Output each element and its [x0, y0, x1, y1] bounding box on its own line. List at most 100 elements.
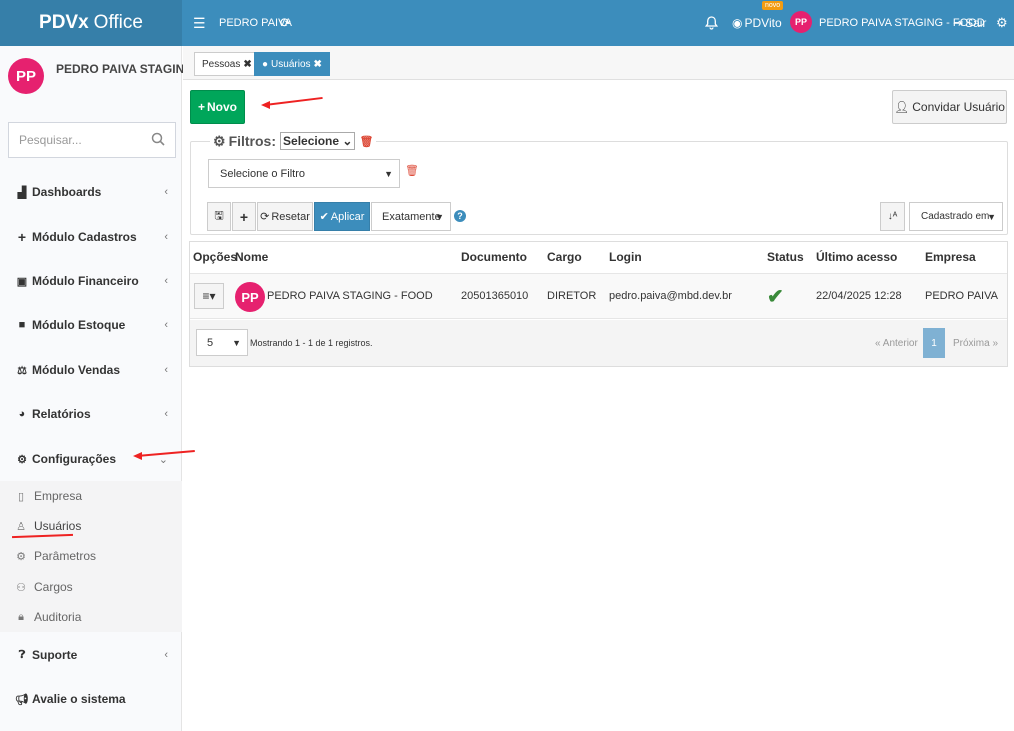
submenu-label: Cargos: [34, 580, 73, 594]
topbar-avatar[interactable]: PP: [790, 11, 812, 33]
check-icon: ✔: [319, 211, 329, 223]
annotation-arrowhead: [133, 452, 142, 460]
sitemap-icon: ⚇: [16, 581, 26, 594]
logout-button[interactable]: ⇥ Sair: [953, 0, 986, 46]
sidebar: PP PEDRO PAIVA STAGING... Pesquisar... ▟…: [0, 46, 204, 731]
page-size-select[interactable]: 5 ▼: [196, 329, 248, 356]
col-header-documento[interactable]: Documento: [461, 250, 527, 264]
tab-pessoas[interactable]: Pessoas ✖: [194, 52, 260, 76]
gear-icon: ⚙: [213, 132, 226, 149]
brand-logo[interactable]: PDVx Office: [0, 0, 182, 46]
close-icon[interactable]: ✖: [314, 59, 322, 70]
tab-label: Usuários: [271, 58, 311, 70]
chevron-left-icon: ‹: [164, 649, 168, 661]
menu-avalie-sistema[interactable]: 📢︎ Avalie o sistema: [0, 681, 182, 717]
row-options-button[interactable]: ≡▾: [194, 283, 224, 309]
col-header-status[interactable]: Status: [767, 250, 804, 264]
legend-select-value: Selecione: [283, 134, 340, 148]
save-filter-button[interactable]: 🖫: [207, 202, 231, 231]
tab-label: Pessoas: [202, 58, 241, 70]
menu-label: Configurações: [32, 452, 117, 466]
aplicar-button[interactable]: ✔ Aplicar: [314, 202, 370, 231]
filters-legend-select[interactable]: Selecione ⌄: [280, 132, 356, 150]
bell-icon[interactable]: [705, 0, 718, 46]
novo-badge: novo: [762, 1, 784, 10]
records-info: Mostrando 1 - 1 de 1 registros.: [250, 338, 373, 348]
annotation-arrowhead: [261, 101, 270, 109]
sort-order-button[interactable]: ↓ᴬ: [880, 202, 905, 231]
menu-label: Avalie o sistema: [32, 692, 126, 706]
help-icon[interactable]: ?: [454, 210, 466, 222]
chevron-left-icon: ‹: [164, 408, 168, 420]
cell-nome: PEDRO PAIVA STAGING - FOOD: [267, 290, 433, 302]
lock-icon: 🔒︎: [18, 610, 24, 623]
menu-modulo-estoque[interactable]: ■ Módulo Estoque ‹: [0, 307, 182, 343]
refresh-icon[interactable]: ⟳: [280, 0, 291, 46]
submenu-cargos[interactable]: ⚇ Cargos: [14, 577, 73, 597]
col-header-ultimo-acesso[interactable]: Último acesso: [816, 250, 897, 264]
resetar-button[interactable]: ⟳ Resetar: [257, 202, 313, 231]
settings-gear-icon[interactable]: ⚙: [996, 0, 1008, 46]
submenu-label: Usuários: [34, 519, 82, 533]
status-check-icon: ✔: [767, 286, 784, 308]
trash-icon[interactable]: 🗑︎: [359, 135, 373, 148]
submenu-empresa[interactable]: ▯ Empresa: [14, 486, 82, 506]
plus-icon: +: [239, 208, 249, 225]
match-mode-select[interactable]: Exatamente ▼: [371, 202, 451, 231]
logout-label: Sair: [965, 16, 987, 30]
tab-dot-icon: ●: [262, 58, 269, 70]
cell-ultimo-acesso: 22/04/2025 12:28: [816, 290, 902, 302]
menu-label: Módulo Vendas: [32, 363, 121, 377]
pagination-current[interactable]: 1: [923, 328, 945, 358]
pagination-prev[interactable]: « Anterior: [875, 328, 918, 358]
pdvito-label: PDVito: [744, 16, 782, 30]
chevron-down-icon: ▼: [232, 337, 241, 348]
col-header-empresa[interactable]: Empresa: [925, 250, 976, 264]
close-icon[interactable]: ✖: [243, 59, 251, 70]
trash-icon[interactable]: 🗑︎: [405, 164, 419, 177]
sidebar-search-input[interactable]: Pesquisar...: [8, 122, 176, 158]
submenu-label: Parâmetros: [34, 549, 97, 563]
col-header-opcoes[interactable]: Opções: [193, 250, 237, 264]
menu-modulo-vendas[interactable]: ⚖ Módulo Vendas ‹: [0, 352, 182, 388]
convidar-usuario-button[interactable]: 👤︎ Convidar Usuário: [892, 90, 1007, 124]
menu-dashboards[interactable]: ▟ Dashboards ‹: [0, 174, 182, 210]
tab-usuarios[interactable]: ● Usuários ✖: [254, 52, 330, 76]
avatar: PP: [235, 282, 265, 312]
balance-scale-icon: ⚖: [17, 364, 27, 377]
annotation-arrow-novo: [264, 96, 323, 106]
menu-relatorios[interactable]: ◕ Relatórios ‹: [0, 396, 182, 432]
sort-alpha-icon: ↓ᴬ: [887, 211, 898, 222]
col-header-login[interactable]: Login: [609, 250, 642, 264]
bullhorn-icon: 📢︎: [15, 693, 29, 706]
building-icon: ▯: [17, 490, 25, 503]
refresh-icon: ⟳: [260, 211, 270, 223]
aplicar-label: Aplicar: [330, 210, 365, 223]
menu-suporte[interactable]: ❓︎ Suporte ‹: [0, 637, 182, 673]
menu-modulo-financeiro[interactable]: ▣ Módulo Financeiro ‹: [0, 263, 182, 299]
menu-modulo-cadastros[interactable]: + Módulo Cadastros ‹: [0, 219, 182, 255]
page-size-value: 5: [207, 336, 214, 349]
filters-legend: ⚙ Filtros: Selecione ⌄ 🗑︎: [210, 132, 377, 150]
money-icon: ▣: [16, 275, 28, 288]
pagination-next[interactable]: Próxima »: [953, 328, 998, 358]
col-header-nome[interactable]: Nome: [235, 250, 268, 264]
resetar-label: Resetar: [271, 210, 310, 223]
submenu-parametros[interactable]: ⚙ Parâmetros: [14, 546, 96, 566]
configuracoes-submenu: ▯ Empresa ♙ Usuários ⚙ Parâmetros ⚇ Carg…: [0, 481, 182, 632]
menu-label: Dashboards: [32, 185, 102, 199]
menu-label: Relatórios: [32, 407, 91, 421]
menu-label: Módulo Cadastros: [32, 230, 137, 244]
menu-label: Módulo Estoque: [32, 318, 126, 332]
col-header-cargo[interactable]: Cargo: [547, 250, 582, 264]
add-filter-button[interactable]: +: [232, 202, 256, 231]
submenu-auditoria[interactable]: 🔒︎ Auditoria: [14, 607, 81, 627]
chevron-left-icon: ‹: [164, 319, 168, 331]
menu-toggle-icon[interactable]: ☰: [193, 0, 206, 46]
novo-button[interactable]: + Novo: [190, 90, 245, 124]
user-plus-icon: 👤︎: [894, 100, 910, 114]
filter-select[interactable]: Selecione o Filtro ▼: [208, 159, 400, 188]
sort-by-select[interactable]: Cadastrado em ▼: [909, 202, 1003, 231]
search-icon[interactable]: [151, 132, 165, 146]
menu-configuracoes[interactable]: ⚙ Configurações ⌄: [0, 441, 182, 477]
